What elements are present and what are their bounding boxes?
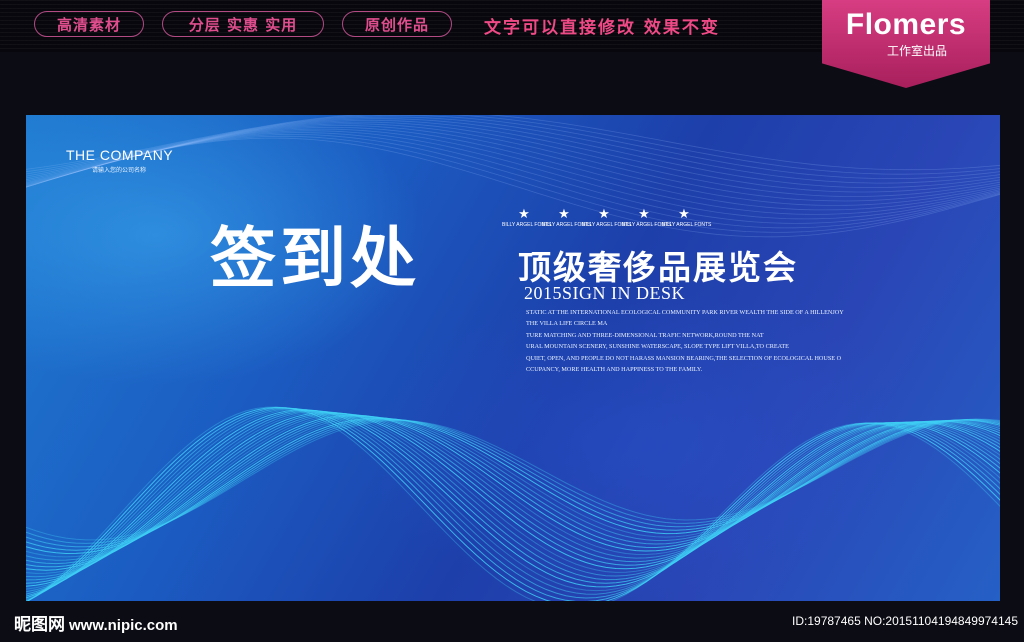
star-badge: ★ BILLY ARGEL FONTS [622,206,672,228]
star-label: BILLY ARGEL FONTS [542,222,592,228]
site-watermark: 昵图网 www.nipic.com [14,610,178,635]
english-title: 2015SIGN IN DESK [524,283,685,303]
wave-lines-decoration [26,115,1000,601]
star-label: BILLY ARGEL FONTS [662,222,712,228]
wave-line [26,128,1000,215]
brand-subtitle: 工作室出品 [886,44,947,58]
star-icon: ★ [558,206,570,221]
wave-line [26,414,1000,571]
sign-in-poster: THE COMPANY 请输入您的公司名称 签到处 ★ BILLY ARGEL … [26,115,1000,601]
star-badge: ★ BILLY ARGEL FONTS [502,206,552,228]
star-row: ★ BILLY ARGEL FONTS ★ BILLY ARGEL FONTS … [502,207,712,229]
company-name-placeholder: 请输入您的公司名称 [92,167,147,174]
event-subtitle: 顶级奢侈品展览会 [518,248,798,287]
wave-line [26,115,1000,175]
paragraph-line: QUIET, OPEN, AND PEOPLE DO NOT HARASS MA… [526,354,842,362]
wave-line [26,412,1000,581]
paragraph-line: URAL MOUNTAIN SCENERY, SUNSHINE WATERSCA… [526,343,789,351]
star-label: BILLY ARGEL FONTS [622,222,672,228]
star-badge: ★ BILLY ARGEL FONTS [542,206,592,228]
tag-layered: 分层 实惠 实用 [162,11,324,37]
star-label: BILLY ARGEL FONTS [582,222,632,228]
image-id: ID:19787465 NO:20151104194849974145 [792,614,1018,628]
star-icon: ★ [678,206,690,221]
tag-original: 原创作品 [342,11,452,37]
star-icon: ★ [638,206,650,221]
wave-line [26,415,1000,565]
company-name: THE COMPANY [66,147,174,163]
description-paragraph: STATIC AT THE INTERNATIONAL ECOLOGICAL C… [526,307,844,375]
paragraph-line: STATIC AT THE INTERNATIONAL ECOLOGICAL C… [526,309,844,316]
wave-line [26,410,1000,593]
paragraph-line: CCUPANCY, MORE HEALTH AND HAPPINESS TO T… [526,366,703,374]
site-url: www.nipic.com [69,617,178,634]
brand-badge: Flomers 工作室出品 [822,0,990,88]
star-icon: ★ [518,206,530,221]
star-label: BILLY ARGEL FONTS [502,222,552,228]
wave-line [26,418,1000,551]
wave-line [26,126,1000,211]
site-name: 昵图网 [14,615,65,635]
star-badge: ★ BILLY ARGEL FONTS [582,206,632,228]
star-icon: ★ [598,206,610,221]
wave-line [26,125,1000,206]
wave-line [26,411,1000,587]
wave-line [26,409,1000,599]
star-badge: ★ BILLY ARGEL FONTS [662,206,712,228]
brand-name: Flomers [845,8,967,41]
paragraph-line: TURE MATCHING AND THREE-DIMENSIONAL TRAF… [526,331,764,339]
main-title: 签到处 [210,220,420,297]
editable-text-slogan: 文字可以直接修改 效果不变 [484,18,720,38]
paragraph-line: THE VILLA LIFE CIRCLE MA [526,320,608,328]
tag-hd-material: 高清素材 [34,11,144,37]
